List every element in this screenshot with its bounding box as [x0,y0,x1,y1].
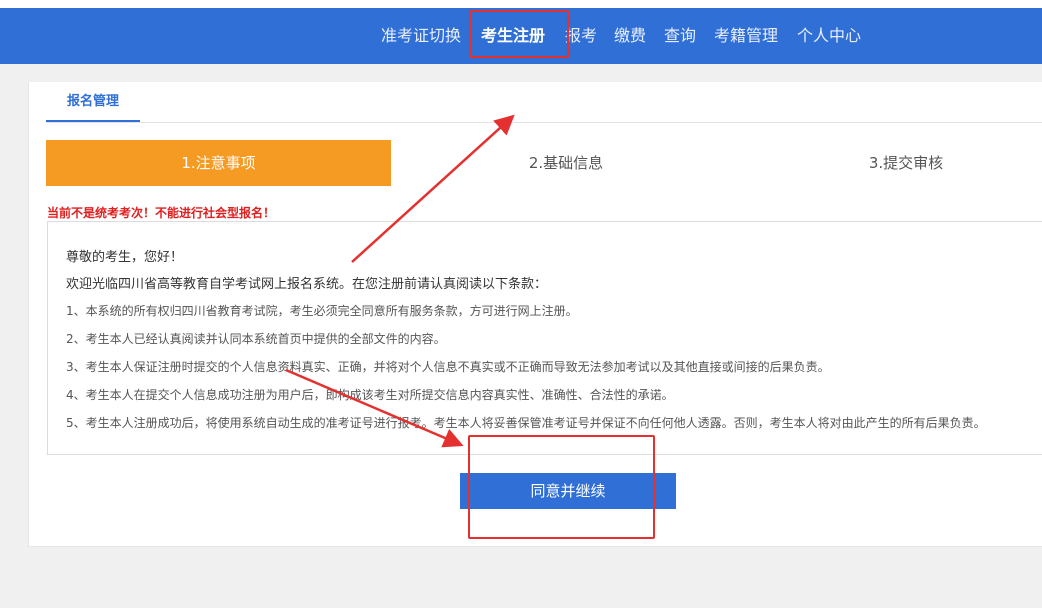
nav-item-ticket-switch[interactable]: 准考证切换 [381,8,461,64]
notice-greeting: 尊敬的考生，您好！ [66,250,184,265]
tab-bar: 报名管理 [46,82,1042,123]
notice-term: 4、考生本人在提交个人信息成功注册为用户后，即构成该考生对所提交信息内容真实性、… [66,388,674,402]
tab-registration-management[interactable]: 报名管理 [46,82,140,122]
nav-item-apply-exam[interactable]: 报考 [565,8,597,64]
step-indicator: 1.注意事项 2.基础信息 3.提交审核 [46,140,1042,186]
nav-item-records[interactable]: 考籍管理 [714,8,778,64]
notice-term: 5、考生本人注册成功后，将使用系统自动生成的准考证号进行报考。考生本人将妥善保管… [66,416,986,430]
nav-item-query[interactable]: 查询 [664,8,696,64]
notice-intro: 欢迎光临四川省高等教育自学考试网上报名系统。在您注册前请认真阅读以下条款： [66,277,548,292]
agree-continue-button[interactable]: 同意并继续 [460,473,676,509]
nav-item-registration[interactable]: 考生注册 [481,8,545,64]
nav-item-personal-center[interactable]: 个人中心 [797,8,861,64]
notice-term: 1、本系统的所有权归四川省教育考试院，考生必须完全同意所有服务条款，方可进行网上… [66,304,578,318]
notice-term: 2、考生本人已经认真阅读并认同本系统首页中提供的全部文件的内容。 [66,332,446,346]
top-strip [0,0,1042,8]
warning-message: 当前不是统考考次！不能进行社会型报名！ [47,206,276,220]
step-3: 3.提交审核 [868,154,944,172]
notice-term: 3、考生本人保证注册时提交的个人信息资料真实、正确，并将对个人信息不真实或不正确… [66,360,830,374]
step-1-arrow-shape [371,140,389,186]
top-navigation: 准考证切换 考生注册 报考 缴费 查询 考籍管理 个人中心 [0,8,1042,64]
step-1-active: 1.注意事项 [46,140,391,186]
main-panel: 报名管理 1.注意事项 2.基础信息 3.提交审核 当前不是统考考次！不能进行社… [28,82,1042,547]
notice-box: 尊敬的考生，您好！ 欢迎光临四川省高等教育自学考试网上报名系统。在您注册前请认真… [47,221,1042,455]
nav-item-payment[interactable]: 缴费 [614,8,646,64]
step-2: 2.基础信息 [528,154,604,172]
